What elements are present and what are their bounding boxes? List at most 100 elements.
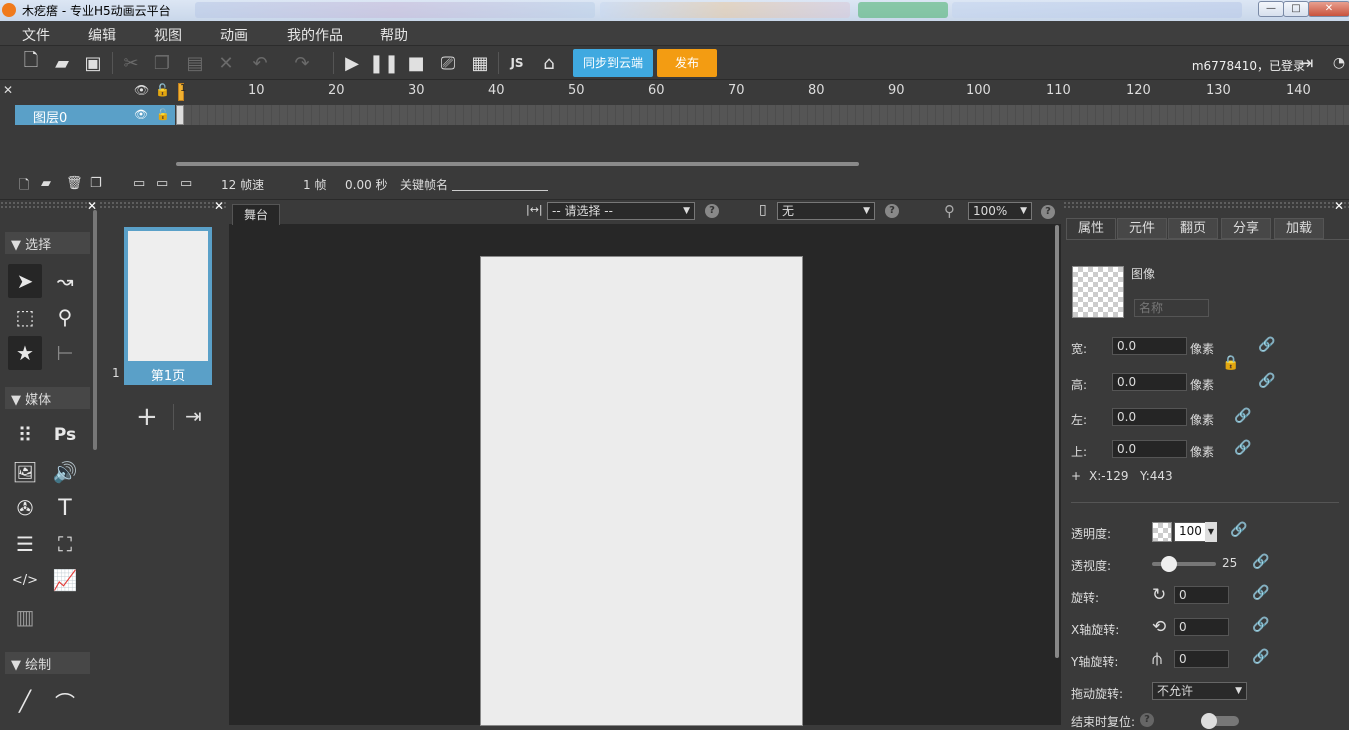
zoom-select[interactable]: 100% ▼ xyxy=(968,202,1032,220)
tools-scrollbar[interactable] xyxy=(93,210,97,450)
height-input[interactable]: 0.0 xyxy=(1112,373,1187,391)
stage-canvas[interactable] xyxy=(480,256,803,726)
stop-icon[interactable]: ■ xyxy=(404,51,428,75)
frame-tool-icon[interactable]: ▭ xyxy=(133,176,145,191)
slider-knob[interactable] xyxy=(1160,556,1177,572)
left-input[interactable]: 0.0 xyxy=(1112,408,1187,426)
fps-label[interactable]: 12 帧速 xyxy=(221,176,264,193)
maximize-button[interactable]: □ xyxy=(1283,1,1309,17)
delete-icon[interactable]: ✕ xyxy=(214,51,238,75)
visibility-all-icon[interactable]: 👁 xyxy=(134,83,149,97)
menu-my-works[interactable]: 我的作品 xyxy=(287,25,343,45)
menu-animation[interactable]: 动画 xyxy=(220,25,248,45)
help-icon[interactable]: ? xyxy=(885,204,899,218)
sync-cloud-button[interactable]: 同步到云端 xyxy=(573,49,653,77)
add-page-icon[interactable]: + xyxy=(136,402,158,432)
paste-icon[interactable]: ▤ xyxy=(183,51,207,75)
undo-icon[interactable]: ↶ xyxy=(248,51,272,75)
link-icon[interactable]: 🔗 xyxy=(1252,617,1269,633)
pause-icon[interactable]: ❚❚ xyxy=(369,51,399,75)
simplified-mode-icon[interactable]: ◔ xyxy=(1327,51,1349,75)
link-icon[interactable]: 🔗 xyxy=(1258,337,1275,353)
page-thumbnail[interactable]: 第1页 xyxy=(124,227,212,385)
layer-frames[interactable] xyxy=(176,105,1349,125)
section-draw[interactable]: ▼ 绘制 xyxy=(5,652,90,674)
open-folder-icon[interactable]: ▰ xyxy=(50,51,74,75)
redo-icon[interactable]: ↷ xyxy=(290,51,314,75)
video-reel-icon[interactable]: ✇ xyxy=(8,491,42,525)
tween-tool-icon[interactable]: ▭ xyxy=(180,176,192,191)
qr-code-icon[interactable]: ▦ xyxy=(468,51,492,75)
menu-view[interactable]: 视图 xyxy=(154,25,182,45)
menu-edit[interactable]: 编辑 xyxy=(88,25,116,45)
save-icon[interactable]: ▣ xyxy=(81,51,105,75)
close-timeline-icon[interactable]: ✕ xyxy=(3,83,13,97)
timeline-scrollbar[interactable] xyxy=(176,162,859,166)
add-folder-icon[interactable]: ▰ xyxy=(41,176,51,191)
section-media[interactable]: ▼ 媒体 xyxy=(5,387,90,409)
top-input[interactable]: 0.0 xyxy=(1112,440,1187,458)
help-icon[interactable]: ? xyxy=(705,204,719,218)
y-rotate-input[interactable]: 0 xyxy=(1174,650,1229,668)
play-icon[interactable]: ▶ xyxy=(340,51,364,75)
tab-share[interactable]: 分享 xyxy=(1221,218,1271,239)
select-arrow-icon[interactable]: ➤ xyxy=(8,264,42,298)
opacity-input[interactable]: 100 xyxy=(1174,522,1206,542)
js-script-icon[interactable]: JS xyxy=(505,51,529,75)
layer-lock-icon[interactable]: 🔓 xyxy=(156,108,170,121)
film-strip-icon[interactable]: ▥ xyxy=(8,600,42,634)
transform-icon[interactable]: ⬚ xyxy=(8,300,42,334)
drag-rotate-select[interactable]: 不允许 ▼ xyxy=(1152,682,1247,700)
link-icon[interactable]: 🔗 xyxy=(1252,649,1269,665)
align-select[interactable]: -- 请选择 -- ▼ xyxy=(547,202,695,220)
stage-scrollbar[interactable] xyxy=(1055,225,1059,658)
copy-layer-icon[interactable]: ❐ xyxy=(90,176,102,191)
ruler-guide-icon[interactable]: ⊢ xyxy=(48,336,82,370)
name-input[interactable]: 名称 xyxy=(1134,299,1209,317)
delete-layer-icon[interactable]: 🗑 xyxy=(66,176,83,191)
link-icon[interactable]: 🔗 xyxy=(1234,408,1251,424)
image-icon[interactable]: 🖼 xyxy=(8,455,42,489)
photoshop-import-icon[interactable]: Ps xyxy=(48,418,82,452)
text-icon[interactable]: T xyxy=(48,491,82,525)
lock-all-icon[interactable]: 🔓 xyxy=(155,83,170,97)
link-icon[interactable]: 🔗 xyxy=(1252,554,1269,570)
layer-row[interactable]: 图层0 👁 🔓 xyxy=(15,105,175,126)
rotate-input[interactable]: 0 xyxy=(1174,586,1229,604)
width-input[interactable]: 0.0 xyxy=(1112,337,1187,355)
toggle-knob[interactable] xyxy=(1201,713,1217,729)
section-select[interactable]: ▼ 选择 xyxy=(5,232,90,254)
new-file-icon[interactable]: 🗋 xyxy=(19,50,43,75)
aspect-lock-icon[interactable]: 🔒 xyxy=(1222,355,1239,371)
logout-icon[interactable]: ⇥ xyxy=(1294,51,1318,75)
perspective-slider[interactable] xyxy=(1152,556,1216,572)
publish-button[interactable]: 发布 xyxy=(657,49,717,77)
close-button[interactable]: ✕ xyxy=(1308,1,1349,17)
star-shape-icon[interactable]: ★ xyxy=(8,336,42,370)
x-rotate-input[interactable]: 0 xyxy=(1174,618,1229,636)
copy-icon[interactable]: ❐ xyxy=(150,51,174,75)
layer-visibility-icon[interactable]: 👁 xyxy=(134,108,148,121)
paragraph-icon[interactable]: ☰ xyxy=(8,527,42,561)
cut-icon[interactable]: ✂ xyxy=(119,51,143,75)
tab-properties[interactable]: 属性 xyxy=(1066,218,1116,239)
curve-icon[interactable]: ⌒ xyxy=(48,684,82,718)
tab-loading[interactable]: 加载 xyxy=(1274,218,1324,239)
keyframe-name-input[interactable] xyxy=(452,177,548,191)
preview-icon[interactable]: ⎚ xyxy=(436,51,460,75)
link-icon[interactable]: 🔗 xyxy=(1258,373,1275,389)
menu-file[interactable]: 文件 xyxy=(22,25,50,45)
help-icon[interactable]: ? xyxy=(1041,205,1055,219)
keyframe[interactable] xyxy=(176,105,184,125)
menu-help[interactable]: 帮助 xyxy=(380,25,408,45)
tab-stage[interactable]: 舞台 xyxy=(232,204,280,225)
audio-icon[interactable]: 🔊 xyxy=(48,455,82,489)
link-icon[interactable]: 🔗 xyxy=(1230,522,1247,538)
chart-icon[interactable]: 📈 xyxy=(48,563,82,597)
device-select[interactable]: 无 ▼ xyxy=(777,202,875,220)
html-code-icon[interactable]: </> xyxy=(8,563,42,597)
import-page-icon[interactable]: ⇥ xyxy=(185,404,202,428)
minimize-button[interactable]: — xyxy=(1258,1,1284,17)
tab-page-flip[interactable]: 翻页 xyxy=(1168,218,1218,239)
grid-apps-icon[interactable]: ⠿ xyxy=(8,418,42,452)
